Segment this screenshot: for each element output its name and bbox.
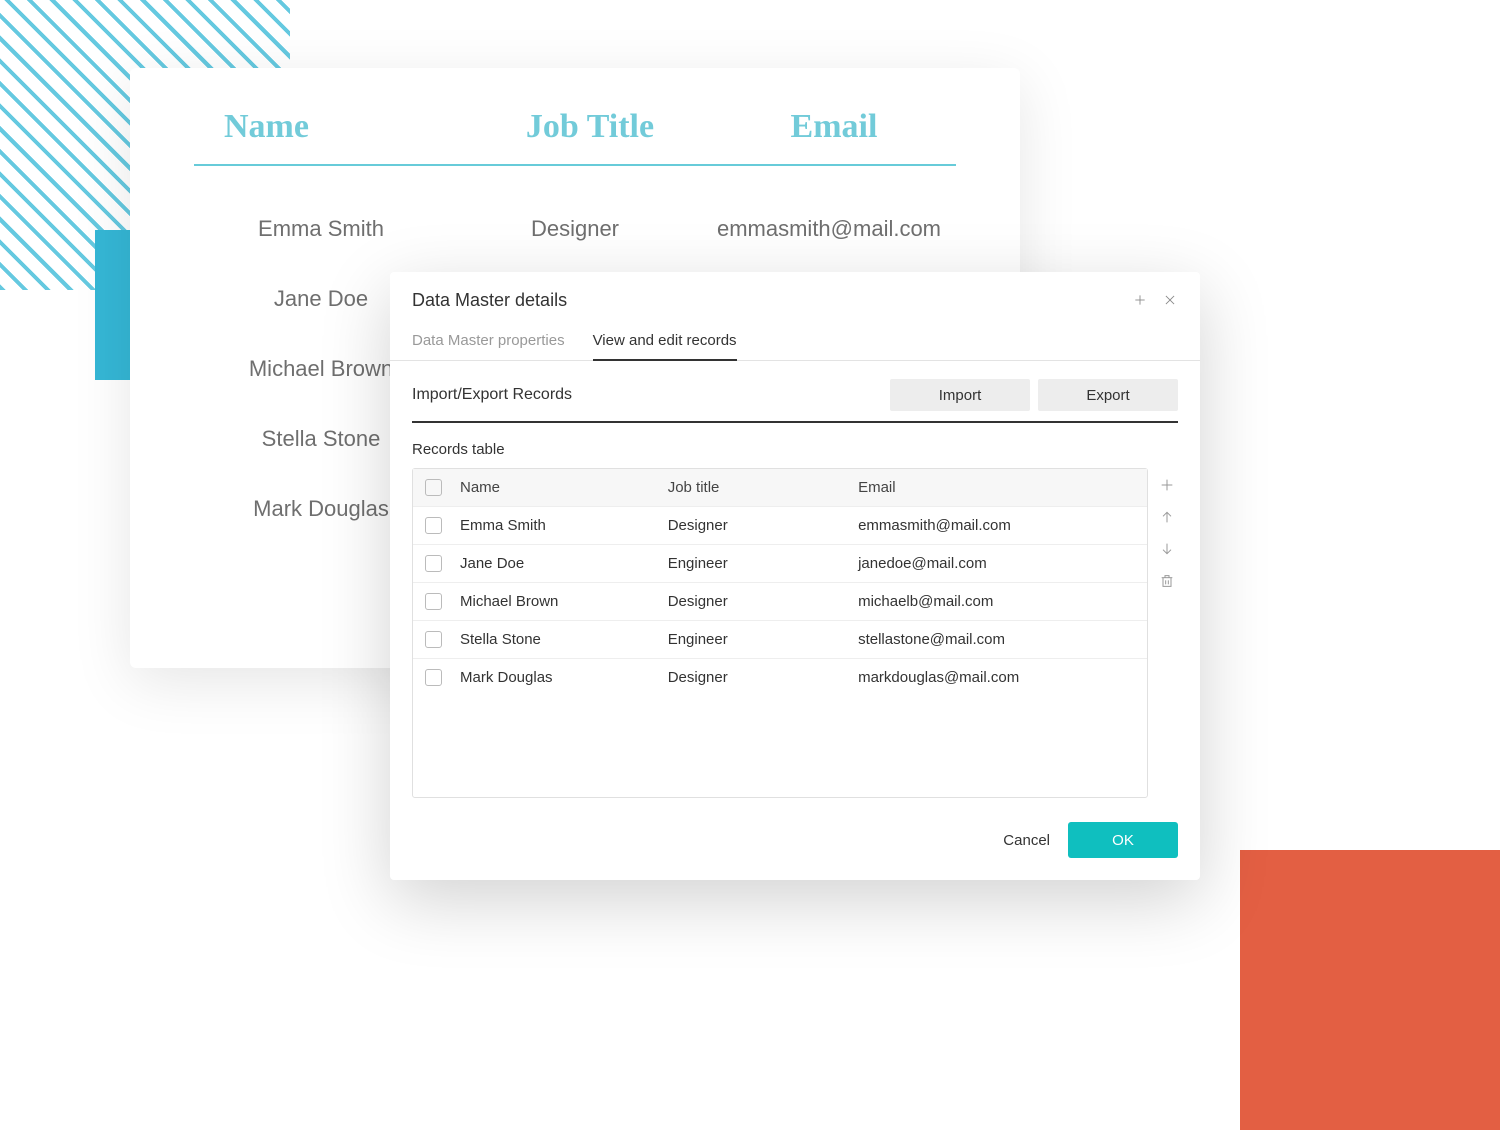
preview-cell-name: Emma Smith [194,216,448,242]
preview-row: Emma Smith Designer emmasmith@mail.com [194,194,956,264]
records-table: Name Job title Email Emma Smith Designer… [412,468,1148,798]
close-icon[interactable] [1158,288,1182,312]
records-side-tools [1156,468,1178,592]
trash-icon[interactable] [1156,570,1178,592]
table-row[interactable]: Mark Douglas Designer markdouglas@mail.c… [413,659,1147,696]
tab-properties[interactable]: Data Master properties [412,322,565,360]
cell-name: Jane Doe [460,555,668,572]
cell-email: emmasmith@mail.com [858,517,1135,534]
cell-job: Engineer [668,631,858,648]
preview-header-name: Name [194,108,468,146]
col-header-job: Job title [668,479,858,496]
tab-records[interactable]: View and edit records [593,322,737,361]
cancel-button[interactable]: Cancel [1003,832,1050,849]
row-checkbox[interactable] [425,517,442,534]
preview-header-email: Email [712,108,956,146]
row-checkbox[interactable] [425,631,442,648]
cell-name: Michael Brown [460,593,668,610]
cell-email: stellastone@mail.com [858,631,1135,648]
table-row[interactable]: Michael Brown Designer michaelb@mail.com [413,583,1147,621]
data-master-dialog: Data Master details Data Master properti… [390,272,1200,880]
cell-job: Designer [668,593,858,610]
export-button[interactable]: Export [1038,379,1178,411]
move-up-icon[interactable] [1156,506,1178,528]
dialog-tabs: Data Master properties View and edit rec… [390,322,1200,361]
cell-job: Designer [668,517,858,534]
records-header: Name Job title Email [413,469,1147,507]
cell-email: janedoe@mail.com [858,555,1135,572]
row-checkbox[interactable] [425,593,442,610]
records-table-label: Records table [412,441,1178,458]
dialog-footer: Cancel OK [390,804,1200,880]
table-row[interactable]: Stella Stone Engineer stellastone@mail.c… [413,621,1147,659]
preview-cell-job: Designer [448,216,702,242]
import-export-label: Import/Export Records [412,386,882,404]
import-button[interactable]: Import [890,379,1030,411]
cell-email: markdouglas@mail.com [858,669,1135,686]
add-row-icon[interactable] [1156,474,1178,496]
table-row[interactable]: Emma Smith Designer emmasmith@mail.com [413,507,1147,545]
select-all-checkbox[interactable] [425,479,442,496]
dialog-titlebar: Data Master details [390,272,1200,322]
row-checkbox[interactable] [425,669,442,686]
import-export-section: Import/Export Records Import Export [412,379,1178,423]
plus-icon[interactable] [1128,288,1152,312]
cell-name: Stella Stone [460,631,668,648]
preview-header-job: Job Title [468,108,712,146]
cell-name: Emma Smith [460,517,668,534]
preview-header-row: Name Job Title Email [194,108,956,166]
cell-email: michaelb@mail.com [858,593,1135,610]
cell-name: Mark Douglas [460,669,668,686]
decorative-coral-block [1240,850,1500,1130]
dialog-title: Data Master details [412,290,1122,311]
col-header-name: Name [460,479,668,496]
cell-job: Designer [668,669,858,686]
row-checkbox[interactable] [425,555,442,572]
ok-button[interactable]: OK [1068,822,1178,858]
preview-cell-email: emmasmith@mail.com [702,216,956,242]
move-down-icon[interactable] [1156,538,1178,560]
table-row[interactable]: Jane Doe Engineer janedoe@mail.com [413,545,1147,583]
cell-job: Engineer [668,555,858,572]
col-header-email: Email [858,479,1135,496]
